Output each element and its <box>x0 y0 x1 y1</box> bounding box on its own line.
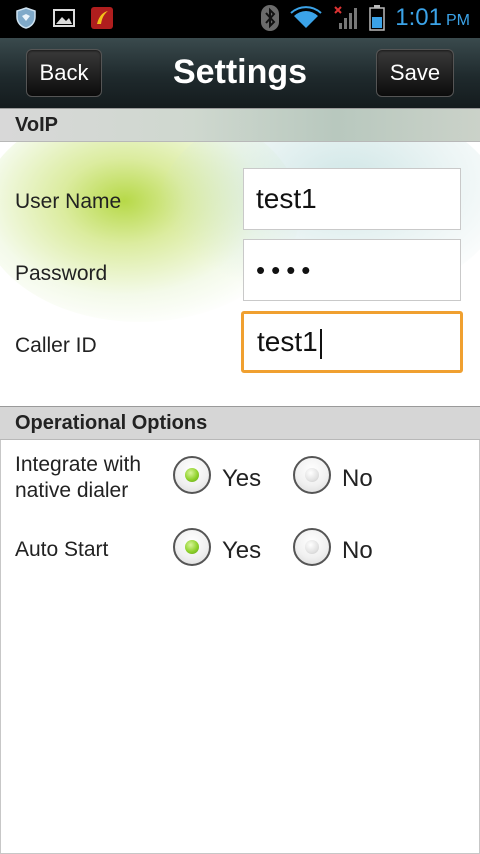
integrate-label: Integrate with native dialer <box>15 452 141 504</box>
app-icon <box>91 7 113 29</box>
radio-selected-dot <box>185 468 199 482</box>
clock-ampm: PM <box>446 12 470 29</box>
title-bar: Back Settings Save <box>0 38 480 108</box>
auto-start-no-label[interactable]: No <box>342 537 373 565</box>
integrate-yes-label[interactable]: Yes <box>222 465 261 493</box>
status-bar: 1:01 PM <box>0 0 480 38</box>
password-value: •••• <box>256 255 317 285</box>
battery-icon <box>369 5 386 31</box>
save-button[interactable]: Save <box>376 49 454 97</box>
signal-icon <box>334 6 358 29</box>
wifi-icon <box>290 6 322 28</box>
user-name-label: User Name <box>15 190 122 213</box>
options-section-header: Operational Options <box>0 406 480 440</box>
auto-start-yes-radio[interactable] <box>173 528 211 566</box>
shield-icon <box>16 7 36 29</box>
auto-start-yes-label[interactable]: Yes <box>222 537 261 565</box>
voip-section-header: VoIP <box>0 108 480 142</box>
password-label: Password <box>15 262 108 285</box>
auto-start-no-radio[interactable] <box>293 528 331 566</box>
bluetooth-icon <box>261 5 280 31</box>
auto-start-label: Auto Start <box>15 538 109 561</box>
integrate-yes-radio[interactable] <box>173 456 211 494</box>
integrate-no-label[interactable]: No <box>342 465 373 493</box>
integrate-label-line2: native dialer <box>15 479 129 502</box>
integrate-label-line1: Integrate with <box>15 453 142 476</box>
clock-time: 1:01 <box>395 4 442 31</box>
radio-unselected-dot <box>305 468 319 482</box>
radio-selected-dot <box>185 540 199 554</box>
text-caret <box>319 328 322 359</box>
caller-id-label: Caller ID <box>15 334 97 357</box>
caller-id-value: test1 <box>257 326 318 357</box>
caller-id-input[interactable]: test1 <box>241 311 463 373</box>
user-name-input[interactable]: test1 <box>243 168 461 230</box>
clock: 1:01 PM <box>395 4 470 32</box>
integrate-no-radio[interactable] <box>293 456 331 494</box>
image-icon <box>53 9 75 27</box>
voip-section-title: VoIP <box>15 114 58 136</box>
radio-unselected-dot <box>305 540 319 554</box>
password-input[interactable]: •••• <box>243 239 461 301</box>
options-section-title: Operational Options <box>15 412 208 434</box>
